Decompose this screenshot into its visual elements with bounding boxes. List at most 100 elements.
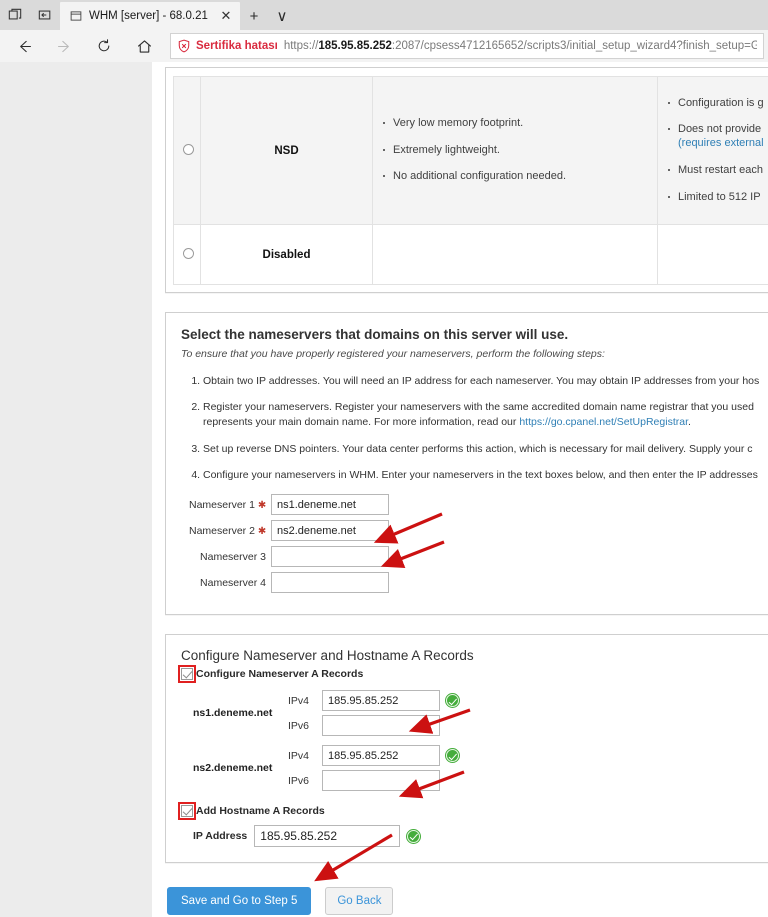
address-bar[interactable]: Sertifika hatası https://185.95.85.252:2… [170, 33, 764, 59]
a-records-panel: Configure Nameserver and Hostname A Reco… [165, 634, 768, 864]
nameserver-table-wrap: NSD Very low memory footprint. Extremely… [166, 68, 768, 292]
list-item: Extremely lightweight. [382, 144, 648, 158]
list-item: Configuration is g [667, 97, 768, 111]
add-hostname-a-records-label: Add Hostname A Records [196, 805, 325, 818]
ns2-ipv6-row: IPv6 [288, 770, 459, 792]
nameserver-software-panel: NSD Very low memory footprint. Extremely… [165, 67, 768, 293]
radio-button-nsd[interactable] [183, 143, 194, 155]
browser-tab[interactable]: WHM [server] - 68.0.21 ✕ [60, 2, 240, 30]
ns2-ipv4-label: IPv4 [288, 749, 310, 762]
valid-check-icon [446, 749, 459, 763]
ns2-ipv4-input[interactable] [322, 745, 440, 767]
ns1-record-rows: IPv4 IPv6 [288, 690, 459, 737]
list-item: Register your nameservers. Register your… [203, 400, 768, 430]
table-row[interactable]: Disabled [173, 224, 768, 285]
back-button[interactable] [4, 31, 44, 61]
list-item: No additional configuration needed. [382, 170, 648, 184]
add-hostname-a-records-checkbox[interactable] [178, 802, 196, 821]
nameserver-2-input[interactable] [271, 520, 389, 542]
list-item: Limited to 512 IP [667, 191, 768, 205]
nsd-cons-cell: Configuration is g Does not provide (req… [657, 76, 768, 225]
table-row[interactable]: NSD Very low memory footprint. Extremely… [173, 76, 768, 225]
nameserver-fields: Nameserver 1 ✱ Nameserver 2 ✱ Nameserver… [181, 494, 768, 594]
page-title: Select the nameservers that domains on t… [181, 327, 569, 342]
home-button[interactable] [124, 31, 164, 61]
refresh-button[interactable] [84, 31, 124, 61]
select-nameservers-panel: Select the nameservers that domains on t… [165, 312, 768, 616]
ns1-ipv6-label: IPv6 [288, 719, 310, 732]
list-item: Must restart each [667, 164, 768, 178]
hostname-ip-address-row: IP Address [181, 825, 768, 848]
list-item: Set up reverse DNS pointers. Your data c… [203, 442, 768, 457]
add-hostname-a-records-row[interactable]: Add Hostname A Records [178, 802, 768, 821]
ns1-a-record-group: ns1.deneme.net IPv4 IPv6 [181, 690, 768, 737]
go-back-button[interactable]: Go Back [325, 887, 394, 916]
nsd-pros-list: Very low memory footprint. Extremely lig… [382, 117, 648, 184]
list-item-sublink[interactable]: (requires external [678, 137, 768, 151]
split-screen-icon[interactable] [30, 0, 60, 30]
nameserver-3-label: Nameserver 3 [200, 550, 266, 563]
nameserver-1-label: Nameserver 1 ✱ [189, 499, 271, 511]
url-text: https://185.95.85.252:2087/cpsess4712165… [284, 40, 757, 52]
configure-nameserver-a-records-checkbox[interactable] [178, 665, 196, 684]
nsd-name-cell: NSD [200, 76, 373, 225]
required-marker: ✱ [257, 499, 267, 511]
ns2-a-record-group: ns2.deneme.net IPv4 IPv6 [181, 745, 768, 792]
nameserver-1-row: Nameserver 1 ✱ [189, 494, 768, 516]
page-canvas: NSD Very low memory footprint. Extremely… [152, 62, 768, 917]
disabled-radio-cell[interactable] [173, 224, 201, 285]
disabled-cons-cell [657, 224, 768, 285]
new-tab-button[interactable]: + [240, 2, 268, 30]
label-text: Nameserver 2 [189, 524, 255, 537]
content-column: NSD Very low memory footprint. Extremely… [165, 62, 768, 916]
nameserver-options-table: NSD Very low memory footprint. Extremely… [173, 76, 768, 285]
ns2-record-rows: IPv4 IPv6 [288, 745, 459, 792]
nsd-cons-list: Configuration is g Does not provide (req… [667, 97, 768, 205]
nameserver-3-input[interactable] [271, 546, 389, 568]
forward-button[interactable] [44, 31, 84, 61]
a-records-heading: Configure Nameserver and Hostname A Reco… [181, 648, 474, 664]
ns1-ipv6-row: IPv6 [288, 715, 459, 737]
select-nameservers-body: Select the nameservers that domains on t… [166, 313, 768, 614]
tab-title: WHM [server] - 68.0.21 [89, 10, 208, 22]
nameserver-4-input[interactable] [271, 572, 389, 594]
ns2-ipv6-label: IPv6 [288, 774, 310, 787]
nameserver-1-input[interactable] [271, 494, 389, 516]
url-host: 185.95.85.252 [318, 40, 392, 52]
ns1-ipv4-row: IPv4 [288, 690, 459, 712]
save-button[interactable]: Save and Go to Step 5 [167, 887, 312, 916]
browser-chrome: WHM [server] - 68.0.21 ✕ + ∨ Sertifika h… [0, 0, 768, 62]
radio-button-disabled[interactable] [183, 247, 194, 259]
window-icon [69, 10, 82, 23]
ip-address-input[interactable] [254, 825, 401, 848]
browser-tabstrip: WHM [server] - 68.0.21 ✕ + ∨ [0, 0, 768, 30]
certificate-error-indicator[interactable]: Sertifika hatası [177, 39, 278, 53]
close-icon[interactable]: ✕ [218, 8, 234, 24]
nsd-radio-cell[interactable] [173, 76, 201, 225]
external-link[interactable]: (requires external [678, 137, 764, 149]
chevron-down-icon[interactable]: ∨ [268, 2, 296, 30]
registration-steps-list: Obtain two IP addresses. You will need a… [181, 374, 768, 483]
valid-check-icon [446, 694, 459, 708]
ns2-hostname: ns2.deneme.net [193, 762, 273, 775]
configure-nameserver-a-records-row[interactable]: Configure Nameserver A Records [178, 665, 768, 684]
list-item: Does not provide (requires external [667, 123, 768, 151]
wizard-button-bar: Save and Go to Step 5 Go Back [165, 882, 768, 916]
nameserver-4-row: Nameserver 4 [189, 572, 768, 594]
nsd-pros-cell: Very low memory footprint. Extremely lig… [372, 76, 658, 225]
ns1-ipv6-input[interactable] [322, 715, 440, 737]
setup-registrar-link[interactable]: https://go.cpanel.net/SetUpRegistrar [519, 416, 688, 428]
shield-error-icon [177, 39, 191, 53]
url-path: :2087/cpsess4712165652/scripts3/initial_… [391, 40, 757, 52]
valid-check-icon [407, 829, 421, 843]
required-marker: ✱ [257, 525, 267, 537]
ns1-ipv4-input[interactable] [322, 690, 440, 712]
ns1-ipv4-label: IPv4 [288, 694, 310, 707]
nameserver-2-label: Nameserver 2 ✱ [189, 525, 271, 537]
tab-list-icon[interactable] [0, 0, 30, 30]
label-text: Nameserver 1 [189, 498, 255, 511]
list-item-text: Does not provide [678, 123, 762, 136]
nameserver-4-label: Nameserver 4 [200, 576, 266, 589]
disabled-pros-cell [372, 224, 658, 285]
ns2-ipv6-input[interactable] [322, 770, 440, 792]
